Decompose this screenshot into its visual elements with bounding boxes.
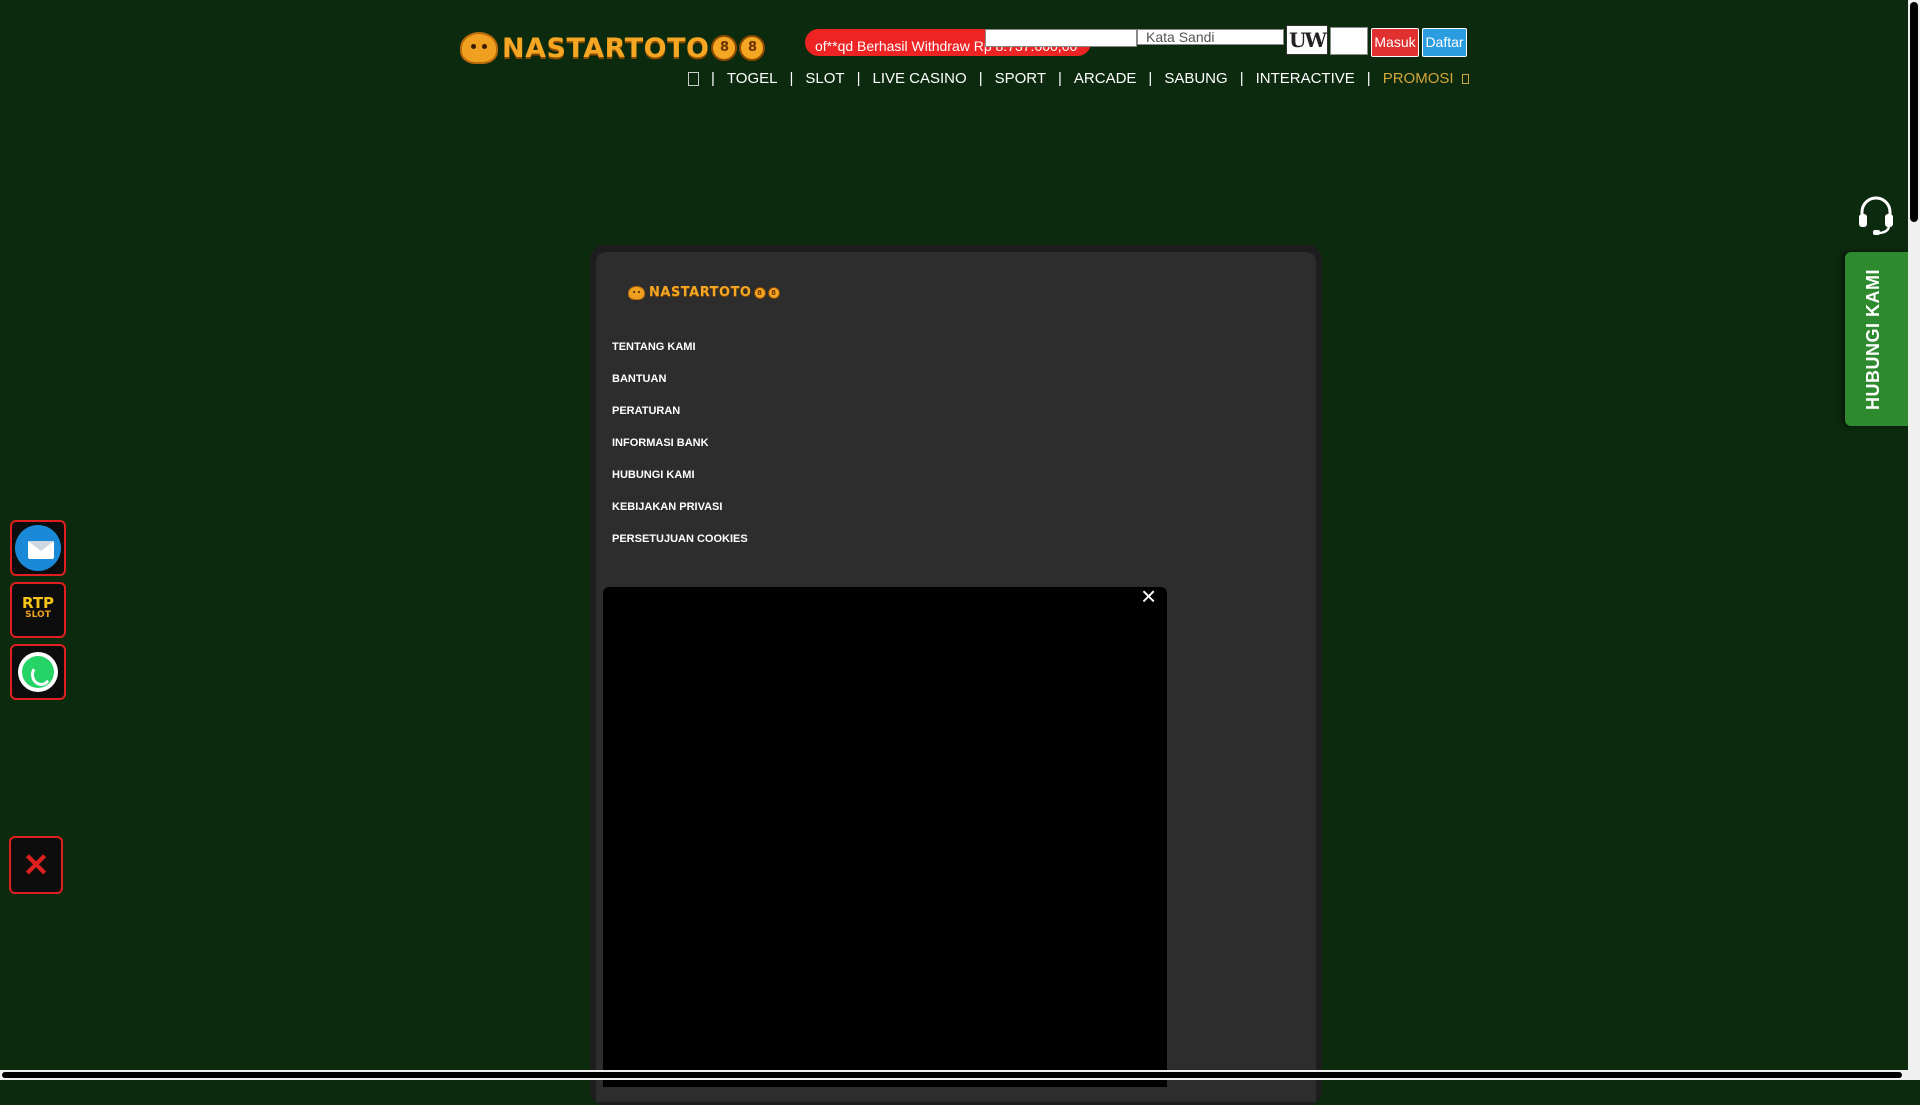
promo-icon <box>1461 73 1469 84</box>
nav-separator: | <box>1058 70 1062 87</box>
captcha-input[interactable] <box>1330 27 1368 55</box>
logo-number: 8 <box>767 286 780 299</box>
menu-item-persetujuan-cookies[interactable]: PERSETUJUAN COOKIES <box>612 530 748 562</box>
menu-item-bantuan[interactable]: BANTUAN <box>612 370 748 402</box>
logo-number: 8 <box>711 35 738 61</box>
contact-tab[interactable]: HUBUNGI KAMI <box>1845 252 1909 426</box>
nav-separator: | <box>1239 70 1244 87</box>
nav-item-interactive[interactable]: INTERACTIVE <box>1256 70 1355 87</box>
nav-separator: | <box>856 70 861 87</box>
password-input[interactable]: Kata Sandi <box>1137 29 1284 45</box>
close-icon[interactable]: × <box>1141 583 1156 609</box>
nav-separator: | <box>1148 70 1153 87</box>
site-logo[interactable]: NASTARTOTO 8 8 <box>460 32 766 64</box>
logo-text: NASTARTOTO <box>502 32 710 64</box>
nav-item-togel[interactable]: TOGEL <box>727 70 778 87</box>
captcha-image: UW <box>1286 25 1328 55</box>
whatsapp-icon <box>18 652 58 692</box>
username-input[interactable] <box>985 29 1137 47</box>
menu-item-tentang-kami[interactable]: TENTANG KAMI <box>612 338 748 370</box>
panel-logo: NASTARTOTO 8 8 <box>628 285 780 300</box>
email-button[interactable] <box>10 520 66 576</box>
home-icon[interactable] <box>688 71 699 86</box>
vertical-scroll-thumb[interactable] <box>1910 2 1918 222</box>
menu-item-hubungi-kami[interactable]: HUBUNGI KAMI <box>612 466 748 498</box>
rtp-slot-button[interactable]: RTP SLOT <box>10 582 66 638</box>
headset-icon[interactable] <box>1857 194 1895 236</box>
register-button[interactable]: Daftar <box>1422 28 1467 57</box>
horizontal-scroll-thumb[interactable] <box>2 1072 1902 1078</box>
nav-item-slot[interactable]: SLOT <box>805 70 844 87</box>
nav-separator: | <box>789 70 794 87</box>
panel-logo-text: NASTARTOTO <box>649 285 752 300</box>
main-nav: | TOGEL | SLOT | LIVE CASINO | SPORT | A… <box>688 70 1469 87</box>
menu-item-peraturan[interactable]: PERATURAN <box>612 402 748 434</box>
nav-item-sport[interactable]: SPORT <box>995 70 1046 87</box>
nav-separator: | <box>711 70 715 87</box>
nav-separator: | <box>1366 70 1371 87</box>
nav-separator: | <box>978 70 983 87</box>
panel-menu: TENTANG KAMI BANTUAN PERATURAN INFORMASI… <box>612 338 748 562</box>
contact-tab-label: HUBUNGI KAMI <box>1863 269 1883 410</box>
nav-item-arcade[interactable]: ARCADE <box>1074 70 1137 87</box>
logo-mascot-icon <box>628 285 645 300</box>
nav-item-sabung[interactable]: SABUNG <box>1164 70 1227 87</box>
whatsapp-button[interactable] <box>10 644 66 700</box>
logo-number: 8 <box>753 286 766 299</box>
menu-item-informasi-bank[interactable]: INFORMASI BANK <box>612 434 748 466</box>
logo-number: 8 <box>739 35 766 61</box>
nav-item-live-casino[interactable]: LIVE CASINO <box>872 70 966 87</box>
close-floating-button[interactable]: ✕ <box>9 836 63 894</box>
logo-mascot-icon <box>460 32 498 64</box>
login-button[interactable]: Masuk <box>1371 28 1419 57</box>
menu-item-kebijakan-privasi[interactable]: KEBIJAKAN PRIVASI <box>612 498 748 530</box>
nav-item-promosi[interactable]: PROMOSI <box>1383 70 1454 87</box>
mail-icon <box>15 525 61 571</box>
rtp-slot-icon: RTP SLOT <box>18 596 58 621</box>
video-popup[interactable] <box>603 587 1167 1087</box>
